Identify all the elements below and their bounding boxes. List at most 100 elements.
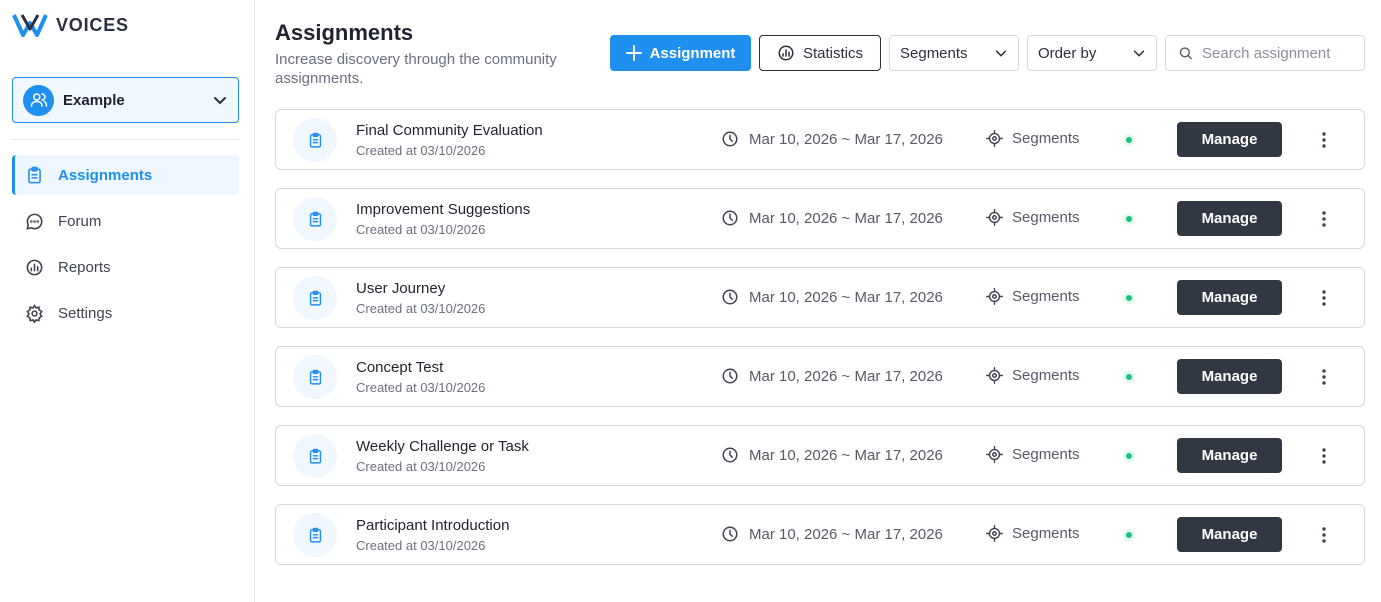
assignment-date-range: Mar 10, 2026 ~ Mar 17, 2026 (749, 525, 943, 543)
sidebar-item-label: Settings (58, 304, 113, 322)
target-icon (986, 367, 1003, 384)
clock-icon (722, 368, 738, 384)
chevron-down-icon (1133, 50, 1145, 57)
add-assignment-button[interactable]: Assignment (610, 35, 751, 71)
assignment-row[interactable]: User Journey Created at 03/10/2026 Mar 1… (275, 267, 1365, 328)
more-vertical-icon (1322, 211, 1326, 227)
assignment-dates: Mar 10, 2026 ~ Mar 17, 2026 (721, 367, 943, 385)
assignment-row[interactable]: Final Community Evaluation Created at 03… (275, 109, 1365, 170)
more-vertical-icon (1322, 132, 1326, 148)
assignment-segments[interactable]: Segments (986, 446, 1080, 463)
assignment-segments[interactable]: Segments (986, 367, 1080, 384)
assignment-dates: Mar 10, 2026 ~ Mar 17, 2026 (721, 209, 943, 227)
assignment-dates: Mar 10, 2026 ~ Mar 17, 2026 (721, 288, 943, 306)
manage-button[interactable]: Manage (1177, 122, 1282, 157)
clock-icon (722, 289, 738, 305)
segments-dropdown[interactable]: Segments (889, 35, 1019, 71)
chevron-down-icon (214, 97, 226, 105)
assignment-segments[interactable]: Segments (986, 525, 1080, 542)
status-indicator (1123, 292, 1135, 304)
more-options-button[interactable] (1312, 445, 1336, 467)
page-subtitle: Increase discovery through the community… (275, 51, 557, 87)
more-vertical-icon (1322, 527, 1326, 543)
clipboard-icon (293, 197, 337, 241)
assignment-row[interactable]: Weekly Challenge or Task Created at 03/1… (275, 425, 1365, 486)
assignment-title[interactable]: Final Community Evaluation (356, 122, 543, 139)
more-options-button[interactable] (1312, 287, 1336, 309)
assignment-date-range: Mar 10, 2026 ~ Mar 17, 2026 (749, 209, 943, 227)
target-icon (986, 446, 1003, 463)
clipboard-icon (293, 118, 337, 162)
assignment-row[interactable]: Participant Introduction Created at 03/1… (275, 504, 1365, 565)
assignment-created: Created at 03/10/2026 (356, 143, 486, 158)
add-assignment-label: Assignment (649, 44, 736, 62)
chart-icon (26, 259, 43, 275)
sidebar-nav: Assignments Forum Reports Settings (12, 155, 239, 339)
plus-icon (625, 45, 642, 61)
statistics-button[interactable]: Statistics (759, 35, 881, 71)
sidebar-item-label: Reports (58, 258, 111, 276)
assignment-dates: Mar 10, 2026 ~ Mar 17, 2026 (721, 525, 943, 543)
manage-button[interactable]: Manage (1177, 438, 1282, 473)
manage-button[interactable]: Manage (1177, 517, 1282, 552)
manage-button[interactable]: Manage (1177, 280, 1282, 315)
voices-logo-icon (12, 14, 48, 37)
assignment-row[interactable]: Concept Test Created at 03/10/2026 Mar 1… (275, 346, 1365, 407)
target-icon (986, 209, 1003, 226)
chevron-down-icon (995, 50, 1007, 57)
clock-icon (722, 526, 738, 542)
status-indicator (1123, 450, 1135, 462)
assignment-date-range: Mar 10, 2026 ~ Mar 17, 2026 (749, 446, 943, 464)
assignment-created: Created at 03/10/2026 (356, 538, 486, 553)
assignment-title[interactable]: User Journey (356, 280, 445, 297)
sidebar-item-forum[interactable]: Forum (12, 201, 239, 241)
sidebar-item-reports[interactable]: Reports (12, 247, 239, 287)
assignment-list: Final Community Evaluation Created at 03… (275, 109, 1365, 583)
workspace-name: Example (63, 91, 125, 109)
sidebar-divider (12, 139, 239, 140)
sidebar-item-label: Assignments (58, 166, 153, 184)
assignment-segments[interactable]: Segments (986, 130, 1080, 147)
more-options-button[interactable] (1312, 366, 1336, 388)
search-icon (1179, 47, 1192, 60)
assignment-dates: Mar 10, 2026 ~ Mar 17, 2026 (721, 446, 943, 464)
clock-icon (722, 447, 738, 463)
assignment-title[interactable]: Participant Introduction (356, 517, 509, 534)
status-indicator (1123, 134, 1135, 146)
clipboard-icon (293, 513, 337, 557)
assignment-segments-label: Segments (1012, 130, 1080, 147)
target-icon (986, 130, 1003, 147)
chart-icon (778, 45, 794, 61)
status-indicator (1123, 371, 1135, 383)
target-icon (986, 288, 1003, 305)
assignment-segments[interactable]: Segments (986, 209, 1080, 226)
assignment-segments-label: Segments (1012, 446, 1080, 463)
users-icon (23, 84, 54, 116)
search-box[interactable] (1165, 35, 1365, 71)
more-options-button[interactable] (1312, 208, 1336, 230)
chat-icon (26, 213, 43, 230)
assignment-title[interactable]: Weekly Challenge or Task (356, 438, 529, 455)
more-options-button[interactable] (1312, 524, 1336, 546)
assignment-title[interactable]: Improvement Suggestions (356, 201, 530, 218)
assignment-created: Created at 03/10/2026 (356, 380, 486, 395)
page-title: Assignments (275, 20, 414, 45)
assignment-title[interactable]: Concept Test (356, 359, 443, 376)
clipboard-icon (28, 166, 41, 183)
manage-button[interactable]: Manage (1177, 359, 1282, 394)
assignment-row[interactable]: Improvement Suggestions Created at 03/10… (275, 188, 1365, 249)
assignment-segments[interactable]: Segments (986, 288, 1080, 305)
order-by-dropdown[interactable]: Order by (1027, 35, 1157, 71)
sidebar-item-assignments[interactable]: Assignments (12, 155, 239, 195)
assignment-segments-label: Segments (1012, 209, 1080, 226)
search-input[interactable] (1202, 44, 1352, 62)
workspace-selector[interactable]: Example (12, 77, 239, 123)
clipboard-icon (293, 355, 337, 399)
assignment-created: Created at 03/10/2026 (356, 222, 486, 237)
sidebar-item-settings[interactable]: Settings (12, 293, 239, 333)
target-icon (986, 525, 1003, 542)
app-logo[interactable]: VOICES (12, 11, 129, 39)
status-indicator (1123, 529, 1135, 541)
more-options-button[interactable] (1312, 129, 1336, 151)
manage-button[interactable]: Manage (1177, 201, 1282, 236)
